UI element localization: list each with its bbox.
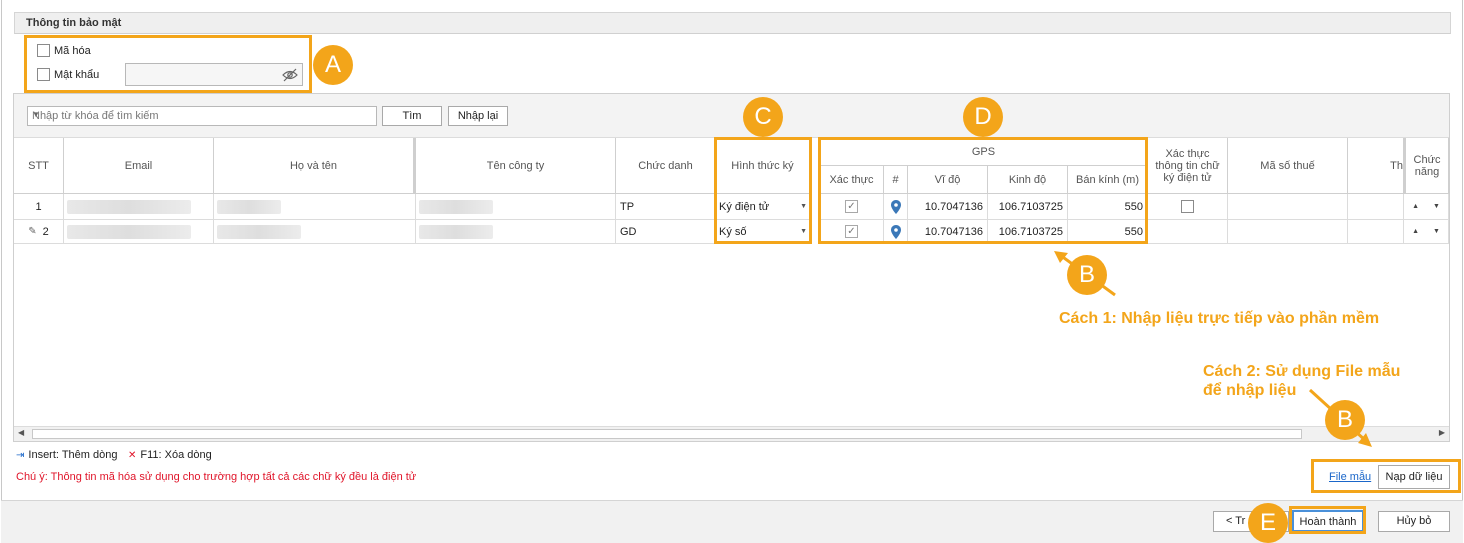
header-verify-info: Xác thực thông tin chữ ký điện tử bbox=[1148, 138, 1228, 194]
redacted-name bbox=[217, 224, 301, 239]
callout-box-e bbox=[1289, 506, 1366, 534]
header-job-title: Chức danh bbox=[616, 138, 716, 194]
row-2-stt: ✎ 2 bbox=[14, 220, 64, 244]
redacted-email bbox=[67, 199, 191, 214]
badge-c: C bbox=[743, 97, 783, 137]
badge-b-2: B bbox=[1325, 400, 1365, 440]
insert-hint-label: Insert: Thêm dòng bbox=[28, 449, 118, 461]
row-1-actions: ▲ ▼ bbox=[1404, 194, 1449, 220]
move-up-icon[interactable]: ▲ bbox=[1412, 228, 1419, 235]
row-2-actions: ▲ ▼ bbox=[1404, 220, 1449, 244]
header-truncated: Th bbox=[1348, 138, 1404, 194]
move-down-icon[interactable]: ▼ bbox=[1433, 203, 1440, 210]
row-1-verify-info[interactable] bbox=[1148, 194, 1228, 220]
header-tax-code: Mã số thuế bbox=[1228, 138, 1348, 194]
scroll-left-icon[interactable]: ◀ bbox=[18, 428, 24, 437]
header-company: Tên công ty bbox=[416, 138, 616, 194]
encryption-note: Chú ý: Thông tin mã hóa sử dụng cho trườ… bbox=[16, 471, 417, 483]
row-2-tax-code[interactable] bbox=[1228, 220, 1348, 244]
row-1-email[interactable] bbox=[64, 194, 214, 220]
badge-b-1: B bbox=[1067, 255, 1107, 295]
scrollbar-thumb[interactable] bbox=[32, 429, 1302, 439]
insert-hint: ⇥ Insert: Thêm dòng bbox=[16, 449, 117, 461]
cancel-button[interactable]: Hủy bỏ bbox=[1378, 511, 1450, 532]
move-up-icon[interactable]: ▲ bbox=[1412, 203, 1419, 210]
row-2-stt-value: 2 bbox=[42, 225, 49, 238]
horizontal-scrollbar[interactable]: ◀ ▶ bbox=[14, 426, 1449, 441]
insert-row-icon: ⇥ bbox=[16, 449, 25, 461]
row-1-full-name[interactable] bbox=[214, 194, 416, 220]
reset-button[interactable]: Nhập lại bbox=[448, 106, 508, 126]
delete-hint: ✕ F11: Xóa dòng bbox=[128, 449, 212, 461]
badge-a: A bbox=[313, 45, 353, 85]
row-2-company[interactable] bbox=[416, 220, 616, 244]
way-2-note-line1: Cách 2: Sử dụng File mẫu bbox=[1203, 363, 1401, 380]
redacted-name bbox=[217, 199, 281, 214]
way-2-note-line2: để nhập liệu bbox=[1203, 382, 1297, 399]
callout-box-b-2 bbox=[1311, 459, 1461, 493]
chevron-down-icon[interactable]: ▼ bbox=[32, 110, 372, 119]
section-title: Thông tin bảo mật bbox=[26, 17, 122, 29]
row-2-full-name[interactable] bbox=[214, 220, 416, 244]
scroll-right-icon[interactable]: ▶ bbox=[1439, 428, 1445, 437]
header-full-name: Họ và tên bbox=[214, 138, 416, 194]
row-1-job-title[interactable]: TP bbox=[616, 194, 716, 220]
way-1-note: Cách 1: Nhập liệu trực tiếp vào phần mềm bbox=[1059, 310, 1380, 327]
row-1-truncated[interactable] bbox=[1348, 194, 1404, 220]
badge-e: E bbox=[1248, 503, 1288, 543]
header-email: Email bbox=[64, 138, 214, 194]
row-1-company[interactable] bbox=[416, 194, 616, 220]
row-2-job-title[interactable]: GD bbox=[616, 220, 716, 244]
dialog: Thông tin bảo mật Mã hóa Mật khẩu Nhập t… bbox=[0, 0, 1464, 543]
row-2-verify-info[interactable] bbox=[1148, 220, 1228, 244]
delete-row-icon: ✕ bbox=[128, 449, 137, 461]
search-input[interactable]: Nhập từ khóa để tìm kiếm ▼ bbox=[27, 106, 377, 126]
header-stt: STT bbox=[14, 138, 64, 194]
grid-toolbar: Nhập từ khóa để tìm kiếm ▼ Tìm Nhập lại bbox=[14, 94, 1449, 138]
row-1-stt: 1 bbox=[14, 194, 64, 220]
delete-hint-label: F11: Xóa dòng bbox=[140, 449, 212, 461]
section-header: Thông tin bảo mật bbox=[14, 12, 1451, 34]
find-button[interactable]: Tìm bbox=[382, 106, 442, 126]
badge-d: D bbox=[963, 97, 1003, 137]
redacted-company bbox=[419, 199, 493, 214]
callout-box-d bbox=[818, 137, 1148, 244]
callout-box-c bbox=[714, 137, 812, 244]
header-actions: Chức năng bbox=[1404, 138, 1449, 194]
row-1-tax-code[interactable] bbox=[1228, 194, 1348, 220]
redacted-company bbox=[419, 224, 493, 239]
callout-box-a bbox=[24, 35, 312, 93]
pencil-icon: ✎ bbox=[28, 226, 37, 237]
row-2-truncated[interactable] bbox=[1348, 220, 1404, 244]
row-1-verify-info-checkbox[interactable] bbox=[1181, 200, 1194, 213]
redacted-email bbox=[67, 224, 191, 239]
move-down-icon[interactable]: ▼ bbox=[1433, 228, 1440, 235]
row-2-email[interactable] bbox=[64, 220, 214, 244]
